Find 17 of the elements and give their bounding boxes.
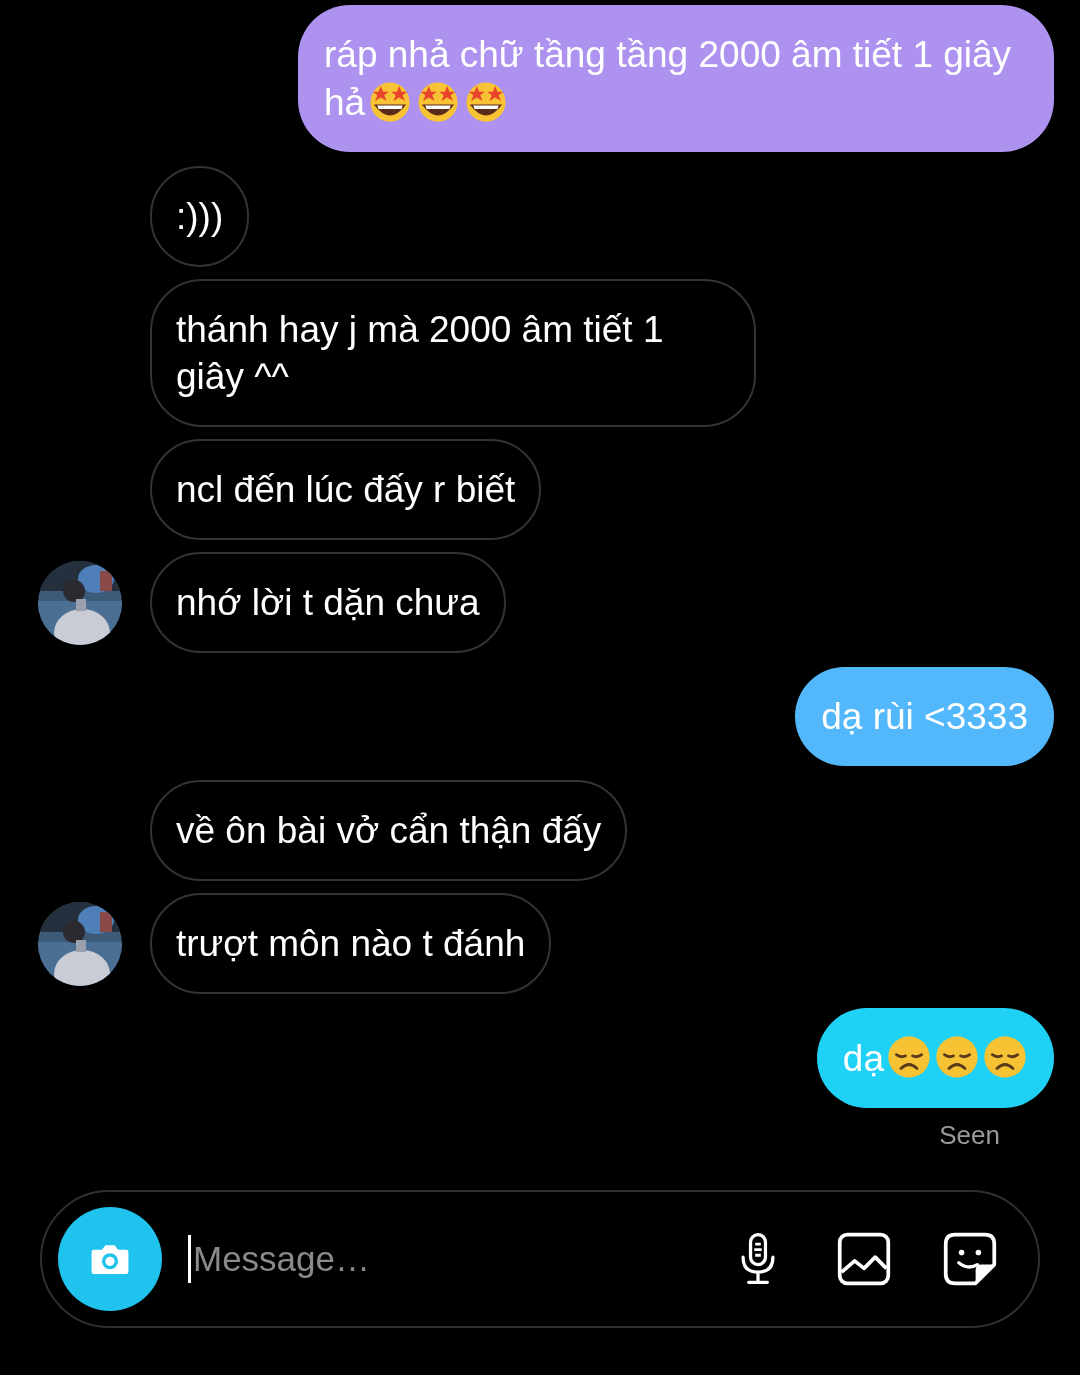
sad-face-emoji-icon [982, 1034, 1028, 1080]
message-bubble: dạ rùi <3333 [795, 667, 1054, 766]
message-bubble: nhớ lời t dặn chưa [150, 552, 506, 653]
message-bubble: thánh hay j mà 2000 âm tiết 1 giây ^^ [150, 279, 756, 427]
sad-face-emoji-icon [934, 1034, 980, 1080]
seen-status: Seen [939, 1120, 1000, 1151]
message-bubble: về ôn bài vở cẩn thận đấy [150, 780, 628, 881]
message-input[interactable]: Message… [188, 1235, 680, 1283]
camera-button[interactable] [58, 1207, 162, 1311]
sticker-icon[interactable] [942, 1231, 998, 1287]
message-bubble: trượt môn nào t đánh [150, 893, 552, 994]
message-bubble: ncl đến lúc đấy r biết [150, 439, 542, 540]
sad-face-emoji-icon [886, 1034, 932, 1080]
message-bubble: ráp nhả chữ tầng tầng 2000 âm tiết 1 giây hả [298, 5, 1054, 152]
image-icon[interactable] [836, 1231, 892, 1287]
message-bubble: :))) [150, 166, 250, 267]
message-bubble: dạ [816, 1008, 1054, 1108]
